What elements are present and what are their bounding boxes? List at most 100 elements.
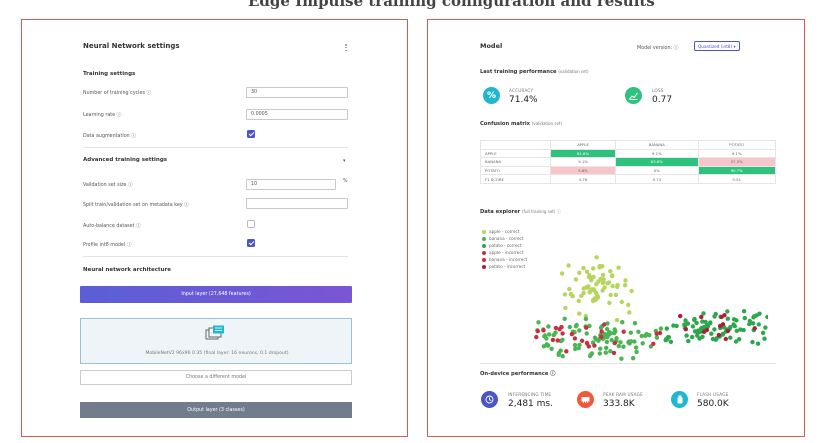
legend-item[interactable]: potato - incorrect [482,264,525,269]
scatter-point [725,309,730,314]
scatter-point [562,292,568,297]
scatter-point [690,334,695,340]
scatter-point-incorrect [534,334,539,340]
scatter-point [551,332,556,338]
top-caption: Edge Impulse training configuration and … [0,0,820,14]
training-settings-heading: Training settings [83,71,136,77]
scatter-point-incorrect [592,343,597,348]
scatter-point [586,274,592,280]
confusion-row-label: POTATO [480,165,551,176]
scatter-point [560,337,565,342]
scatter-point [577,270,582,275]
accuracy-value: 71.4% [509,95,538,105]
scatter-point [592,335,598,340]
layers-icon [205,325,225,340]
model-title: Model [480,42,503,50]
scatter-point [742,315,747,321]
data-explorer-scatter[interactable] [533,248,768,363]
confusion-col-header: POTATO [697,140,777,150]
scatter-point [584,331,589,336]
inference-value: 2,481 ms. [508,399,553,409]
scatter-point-incorrect [725,328,731,334]
scatter-point [692,329,698,334]
confusion-cell: 9.1% [615,148,699,159]
legend-item[interactable]: banana - correct [482,236,524,241]
scatter-point [627,310,632,315]
scatter-point [757,311,762,316]
scatter-point [616,343,621,349]
scatter-point [762,336,767,341]
scatter-point [720,332,725,337]
chevron-down-icon[interactable]: ▾ [343,158,346,164]
augmentation-checkbox[interactable] [247,130,255,138]
validation-input[interactable]: 10 [246,179,336,190]
last-perf-sub: (validation set) [558,69,589,74]
learning-rate-input[interactable]: 0.0005 [246,109,348,120]
scatter-point [682,322,687,327]
model-version-label: Model version: ⓘ [637,46,679,51]
cycles-label: Number of training cycles ⓘ [83,91,152,96]
divider [83,256,348,257]
choose-model-button[interactable]: Choose a different model [80,370,352,385]
scatter-point-incorrect [720,322,726,327]
legend-label: potato - incorrect [489,264,526,269]
auto-balance-label: Auto-balance dataset ⓘ [83,224,141,229]
scatter-point [623,278,628,283]
legend-item[interactable]: apple - incorrect [482,250,523,255]
confusion-cell: 5.6% [549,165,617,176]
confusion-title: Confusion matrix [480,121,531,127]
scatter-point [756,322,761,327]
scatter-point [686,338,691,344]
scatter-point [712,314,717,319]
scatter-point [658,326,664,331]
more-options-icon[interactable] [345,44,347,52]
last-perf-title: Last training performance [480,69,557,75]
legend-swatch [482,250,486,255]
scatter-point [654,335,660,340]
auto-balance-checkbox[interactable] [247,220,255,228]
scatter-point-incorrect [602,322,607,327]
scatter-point-incorrect [541,328,546,333]
scatter-point [607,300,612,306]
output-layer-block[interactable]: Output layer (3 classes) [80,402,352,418]
confusion-cell: 81.8% [549,148,617,159]
scatter-point [581,290,586,296]
confusion-corner [480,140,551,150]
scatter-point [664,326,669,331]
scatter-point [576,298,581,304]
scatter-point [647,333,652,338]
model-version-select[interactable]: Quantized (int8) ▾ [694,41,740,51]
scatter-point [546,324,551,329]
scatter-point [731,317,737,322]
scatter-point-incorrect [683,327,688,332]
cycles-input[interactable]: 30 [246,87,348,98]
split-key-input[interactable] [246,198,348,209]
scatter-point [536,320,541,325]
model-block[interactable]: MobileNetV2 96x96 0.35 (final layer: 16 … [80,318,352,364]
legend-label: banana - incorrect [489,257,528,262]
scatter-point [750,339,755,345]
scatter-point [596,338,601,343]
scatter-point [709,331,714,336]
scatter-point [707,321,713,326]
ondevice-heading: On-device performance ⓘ [480,371,556,377]
chevron-down-icon: ▾ [733,43,736,49]
scatter-point [598,346,603,351]
scatter-point-incorrect [569,331,575,337]
legend-item[interactable]: banana - incorrect [482,257,527,262]
scatter-point [542,334,547,339]
profile-int8-checkbox[interactable] [247,239,255,247]
scatter-point-incorrect [612,340,618,345]
scatter-point [632,339,637,344]
legend-item[interactable]: apple - correct [482,229,519,234]
legend-item[interactable]: potato - correct [482,243,521,248]
scatter-point [763,325,768,330]
scatter-point [544,342,549,347]
scatter-point-incorrect [651,341,656,346]
scatter-point [577,328,582,333]
scatter-point [584,269,590,274]
input-layer-block[interactable]: Input layer (27,648 features) [80,286,352,303]
scatter-point-incorrect [704,327,710,333]
explorer-title: Data explorer [480,209,521,215]
scatter-point [594,255,599,260]
